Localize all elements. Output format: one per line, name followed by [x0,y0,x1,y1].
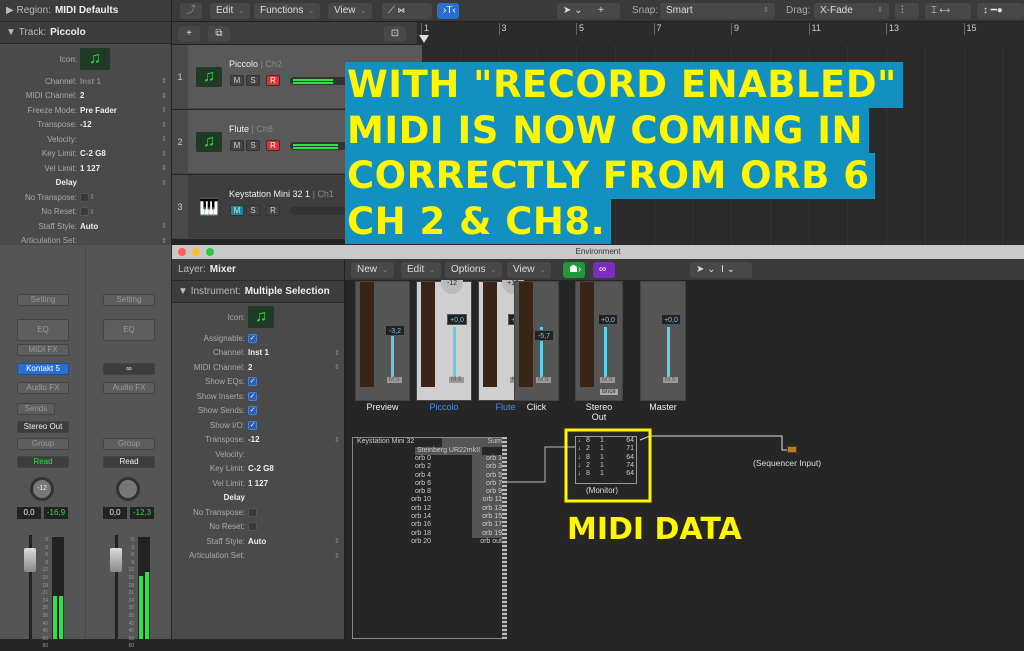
mixer-channel-preview[interactable]: -3,2 M S [355,281,410,401]
event-channel: 8 [586,470,590,478]
volume-fader[interactable] [453,327,456,382]
mute-solo-buttons[interactable]: M S [663,377,678,383]
channel-name: Stereo Out [585,402,613,422]
scale-tick: 60 [128,643,134,650]
mute-solo-buttons[interactable]: M S [600,377,615,383]
event-channel: 2 [586,445,590,453]
level-meter [519,282,533,387]
level-meter [360,282,374,387]
note-icon: ♩ [578,453,585,461]
event-value: 71 [626,445,634,453]
event-channel: 2 [586,461,590,469]
channel-name: Click [526,402,547,412]
channel-name: Preview [366,402,399,412]
mixer-channel-stereo-out[interactable]: +0,0 M S Bnce [575,281,623,401]
midi-event-row: ♩ 2 1 71 [578,445,636,453]
banner-line: WITH "RECORD ENABLED" [345,62,903,108]
event-number: 1 [600,461,604,469]
midi-event-row: ♩ 8 1 64 [578,454,636,462]
channel-name: Piccolo [429,402,459,412]
volume-readout[interactable]: +0,0 [598,314,618,325]
event-number: 1 [600,470,604,478]
sequencer-input-label: (Sequencer Input) [753,458,822,468]
volume-readout[interactable]: +0,0 [661,314,681,325]
volume-readout[interactable]: -5,7 [534,330,554,341]
volume-fader[interactable] [667,327,670,382]
mute-solo-buttons[interactable]: M S [536,377,551,383]
event-number: 1 [600,445,604,453]
mixer-channel-master[interactable]: +0,0 M S [640,281,686,401]
bounce-button[interactable]: Bnce [600,389,618,395]
note-icon: ♩ [578,445,585,453]
mixer-channel-click[interactable]: -5,7 M S [514,281,559,401]
event-number: 1 [600,437,604,444]
cable-monitor-to-sequencer [639,435,788,451]
event-value: 64 [626,437,634,444]
mute-solo-buttons[interactable]: M S [449,377,464,383]
midi-data-annotation: MIDI DATA [567,512,742,547]
volume-readout[interactable]: -3,2 [385,325,405,336]
banner-line: CH 2 & CH8. [345,198,612,244]
sequencer-input-icon[interactable] [787,446,797,453]
midi-event-row: ♩ 8 1 64 [578,470,636,478]
playhead[interactable] [419,35,429,43]
annotation-banner: WITH "RECORD ENABLED" MIDI IS NOW COMING … [345,62,903,244]
banner-line: CORRECTLY FROM ORB 6 [345,153,876,199]
midi-event-row: ♩ 8 1 64 [578,437,636,445]
mute-solo-buttons[interactable]: M S [387,377,402,383]
event-channel: 8 [586,437,590,444]
event-number: 1 [600,453,604,461]
volume-fader[interactable] [604,327,607,382]
pan-knob[interactable]: -12 [441,280,463,294]
level-meter [483,282,497,387]
volume-readout[interactable]: +0,0 [447,314,467,325]
event-channel: 8 [586,453,590,461]
scale-tick: 60 [42,643,48,650]
midi-event-row: ♩ 2 1 74 [578,462,636,470]
channel-name: Master [649,402,677,412]
mixer-channel-piccolo[interactable]: +0,0 -12 M S [416,280,472,401]
note-icon: ♩ [578,461,585,469]
level-meter [421,282,435,387]
monitor-object[interactable]: ♩ 8 1 64 ♩ 2 1 71 ♩ 8 1 64 ♩ 2 1 74 ♩ 8 1 64 [575,436,637,484]
banner-line: MIDI IS NOW COMING IN [345,107,869,153]
level-meter [580,282,594,387]
monitor-label: (Monitor) [586,486,619,495]
event-value: 64 [626,453,634,461]
event-value: 64 [626,470,634,478]
event-value: 74 [626,461,634,469]
note-icon: ♩ [578,470,585,478]
note-icon: ♩ [578,437,585,444]
